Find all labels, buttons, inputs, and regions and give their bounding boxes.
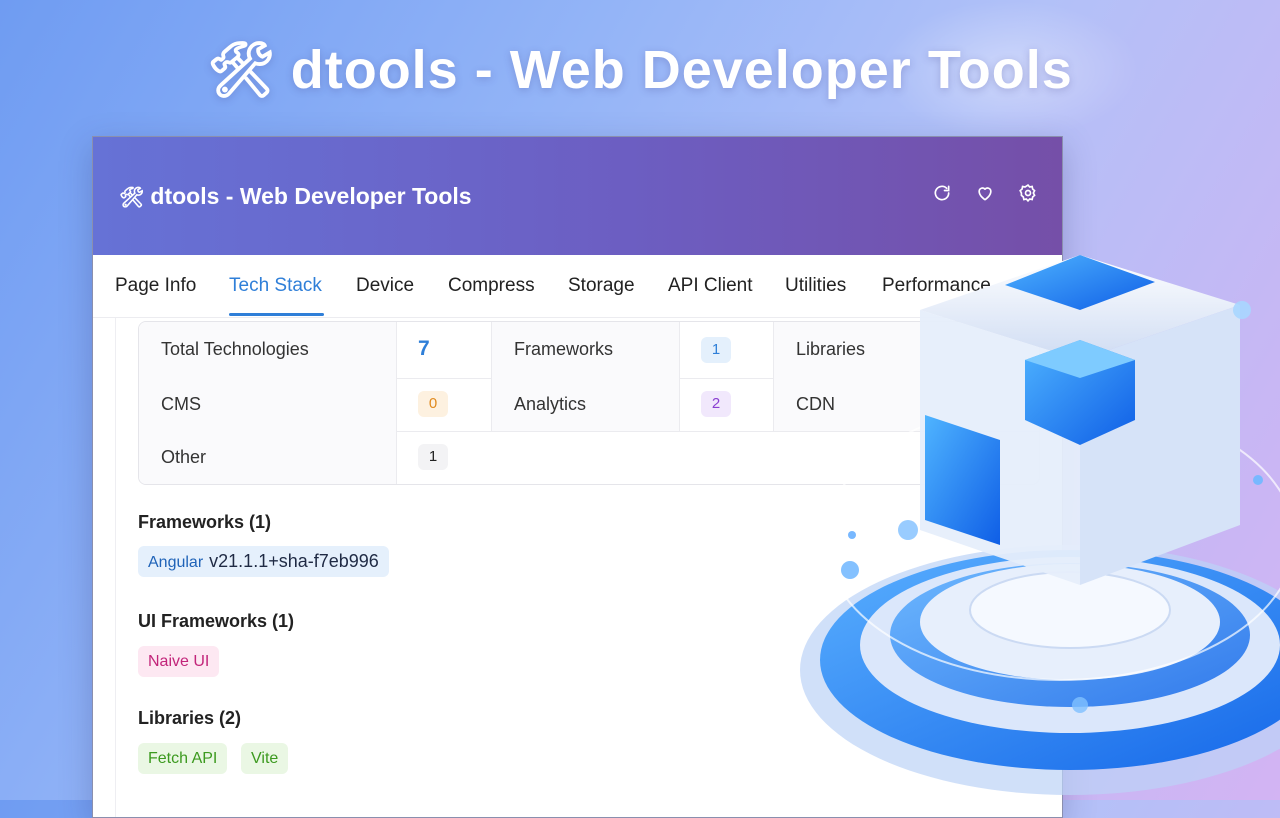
summary-label-cell: Other — [139, 431, 397, 484]
cube-platform-illustration — [800, 255, 1280, 795]
total-technologies-value: 7 — [418, 337, 430, 360]
tab-compress[interactable]: Compress — [448, 275, 535, 297]
window-header: 🛠 dtools - Web Developer Tools — [93, 137, 1062, 255]
tab-tech-stack[interactable]: Tech Stack — [229, 275, 322, 297]
ui-frameworks-section-title: UI Frameworks (1) — [138, 611, 295, 631]
window-title: 🛠 dtools - Web Developer Tools — [119, 183, 472, 210]
refresh-icon[interactable] — [932, 183, 952, 203]
frameworks-section-title: Frameworks (1) — [138, 512, 272, 532]
frameworks-label: Frameworks — [514, 339, 614, 359]
other-count-badge: 1 — [418, 444, 448, 470]
frameworks-count-badge: 1 — [701, 337, 731, 363]
cms-label: CMS — [161, 394, 201, 414]
tech-tag-fetch-api[interactable]: Fetch API — [138, 743, 228, 774]
heart-icon[interactable] — [975, 183, 995, 203]
content-border — [115, 318, 116, 817]
tech-tag-vite[interactable]: Vite — [241, 743, 289, 774]
header-actions — [932, 183, 1038, 203]
analytics-label: Analytics — [514, 394, 587, 414]
window-title-text: dtools - Web Developer Tools — [150, 183, 472, 209]
active-tab-indicator — [229, 313, 324, 316]
summary-value-cell: 0 — [397, 378, 492, 431]
summary-label-cell: Frameworks — [492, 322, 680, 378]
tab-device[interactable]: Device — [356, 275, 414, 297]
tech-tag-version: v21.1.1+sha-f7eb996 — [209, 551, 379, 571]
summary-label-cell: Analytics — [492, 378, 680, 431]
summary-label-cell: CMS — [139, 378, 397, 431]
analytics-count-badge: 2 — [701, 391, 731, 417]
tech-tag-name: Angular — [148, 554, 204, 571]
summary-label-cell: Total Technologies — [139, 322, 397, 378]
tab-storage[interactable]: Storage — [568, 275, 635, 297]
tech-tag-naive-ui[interactable]: Naive UI — [138, 646, 220, 677]
settings-icon[interactable] — [1018, 183, 1038, 203]
tech-tag-angular[interactable]: Angular v21.1.1+sha-f7eb996 — [138, 546, 389, 577]
summary-value-cell: 1 — [680, 322, 774, 378]
libraries-section-title: Libraries (2) — [138, 708, 242, 728]
total-technologies-label: Total Technologies — [161, 339, 309, 359]
cms-count-badge: 0 — [418, 391, 448, 417]
hero-title-text: dtools - Web Developer Tools — [290, 40, 1073, 100]
summary-value-cell: 2 — [680, 378, 774, 431]
tab-page-info[interactable]: Page Info — [115, 275, 196, 297]
summary-value-cell: 7 — [397, 322, 492, 378]
hero-title: 🛠 dtools - Web Developer Tools — [0, 38, 1280, 102]
tools-icon: 🛠 — [119, 185, 145, 209]
tab-api-client[interactable]: API Client — [668, 275, 752, 297]
other-label: Other — [161, 447, 207, 467]
tools-icon: 🛠 — [207, 38, 277, 101]
